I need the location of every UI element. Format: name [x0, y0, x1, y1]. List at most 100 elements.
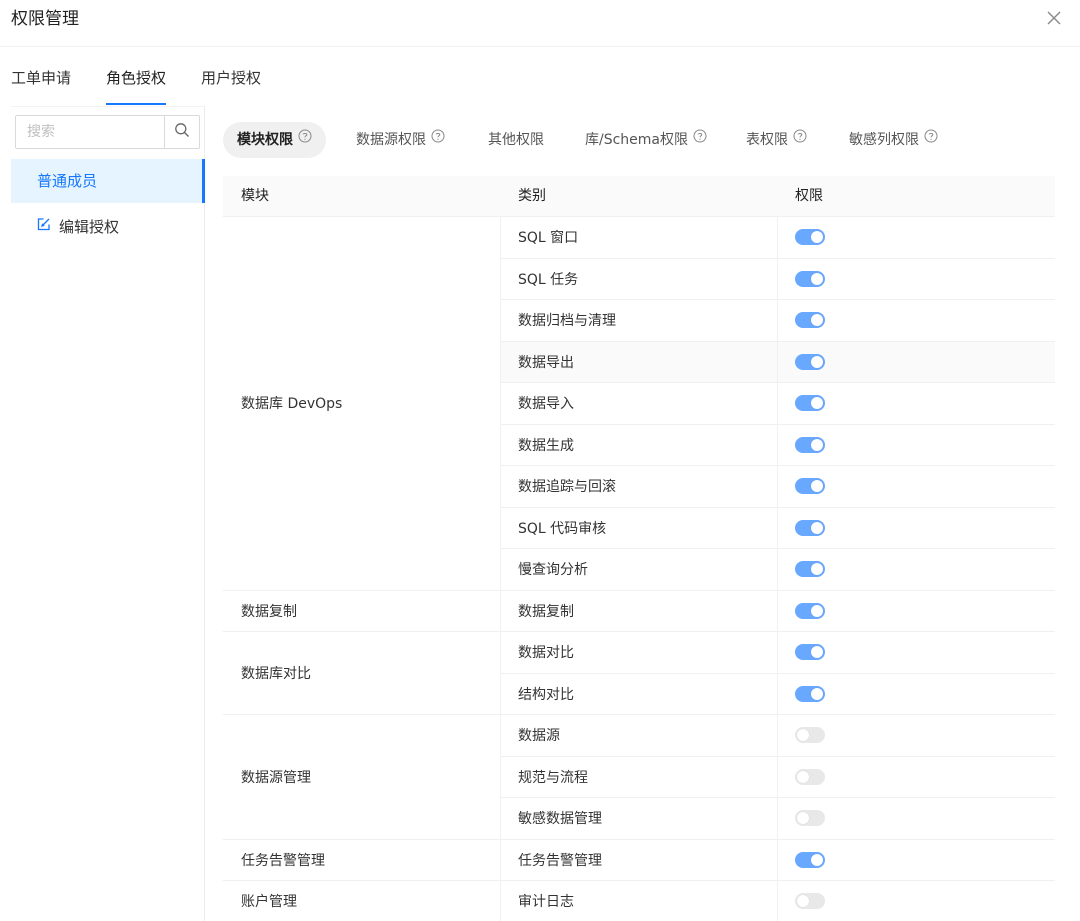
- toggle-knob: [811, 563, 823, 576]
- question-circle-icon[interactable]: [298, 121, 312, 157]
- tab-role-authorization[interactable]: 角色授权: [106, 68, 167, 105]
- permission-toggle[interactable]: [795, 810, 825, 827]
- table-cell-permission: [777, 217, 1055, 259]
- sidebar-item-label: 普通成员: [37, 172, 98, 190]
- permission-toggle[interactable]: [795, 353, 825, 370]
- table-cell-permission: [777, 591, 1055, 632]
- tab-user-authorization[interactable]: 用户授权: [201, 68, 261, 88]
- permission-toggle[interactable]: [795, 851, 825, 868]
- tab-label: 数据源权限: [356, 132, 426, 148]
- toggle-knob: [811, 604, 823, 617]
- permission-toggle[interactable]: [795, 644, 825, 661]
- tab-table-permissions[interactable]: 表权限: [746, 122, 807, 158]
- permission-toggle[interactable]: [795, 727, 825, 744]
- tab-label: 敏感列权限: [849, 132, 919, 148]
- permission-toggle[interactable]: [795, 270, 825, 287]
- table-cell-permission: [777, 798, 1055, 840]
- table-cell-permission: [777, 715, 1055, 757]
- toggle-knob: [811, 272, 823, 285]
- table-cell-category: 数据归档与清理: [500, 300, 777, 342]
- table-cell-permission: [777, 341, 1055, 383]
- table-cell-permission: [777, 383, 1055, 425]
- permission-toggle[interactable]: [795, 229, 825, 246]
- toggle-knob: [797, 812, 809, 825]
- table-cell-category: 数据导出: [500, 341, 777, 383]
- table-cell-permission: [777, 508, 1055, 549]
- toggle-knob: [811, 355, 823, 368]
- permission-toggle[interactable]: [795, 395, 825, 412]
- edit-authorization-button[interactable]: 编辑授权: [11, 205, 204, 249]
- table-cell-category: 数据生成: [500, 425, 777, 466]
- table-cell-permission: [777, 425, 1055, 466]
- toggle-knob: [811, 646, 823, 659]
- toggle-knob: [811, 521, 823, 534]
- tab-label: 库/Schema权限: [585, 132, 689, 148]
- role-sidebar: 普通成员 编辑授权: [11, 106, 205, 921]
- question-circle-icon[interactable]: [793, 121, 807, 157]
- permission-toggle[interactable]: [795, 768, 825, 785]
- table-cell-category: SQL 代码审核: [500, 508, 777, 549]
- permission-toggle[interactable]: [795, 436, 825, 453]
- tab-datasource-permissions[interactable]: 数据源权限: [356, 122, 445, 158]
- table-cell-module: 任务告警管理: [223, 840, 500, 881]
- table-cell-category: SQL 任务: [500, 259, 777, 300]
- permission-toggle[interactable]: [795, 685, 825, 702]
- toggle-knob: [811, 397, 823, 410]
- table-cell-module: 账户管理: [223, 881, 500, 921]
- permission-toggle[interactable]: [795, 602, 825, 619]
- table-cell-category: 数据对比: [500, 632, 777, 674]
- table-cell-module: 数据源管理: [223, 715, 500, 840]
- table-cell-module: 数据库 DevOps: [223, 217, 500, 591]
- table-cell-permission: [777, 466, 1055, 508]
- header-category: 类别: [518, 188, 546, 204]
- toggle-knob: [811, 314, 823, 327]
- tab-label: 表权限: [746, 132, 788, 148]
- tab-schema-permissions[interactable]: 库/Schema权限: [585, 122, 707, 158]
- toggle-knob: [811, 231, 823, 244]
- table-cell-permission: [777, 259, 1055, 300]
- permission-toggle[interactable]: [795, 893, 825, 910]
- tab-ticket-request[interactable]: 工单申请: [11, 68, 71, 88]
- search-button[interactable]: [164, 116, 199, 148]
- table-cell-permission: [777, 300, 1055, 342]
- question-circle-icon[interactable]: [924, 121, 938, 157]
- table-cell-permission: [777, 632, 1055, 674]
- header-module: 模块: [241, 188, 269, 204]
- toggle-knob: [811, 480, 823, 493]
- table-cell-permission: [777, 757, 1055, 798]
- table-cell-permission: [777, 549, 1055, 591]
- search-input[interactable]: [16, 116, 166, 148]
- table-cell-category: 数据导入: [500, 383, 777, 425]
- tab-label: 其他权限: [488, 132, 544, 148]
- column-divider: [777, 217, 778, 921]
- sidebar-item-regular-member[interactable]: 普通成员: [11, 159, 205, 203]
- permission-toggle[interactable]: [795, 478, 825, 495]
- edit-authorization-label: 编辑授权: [59, 218, 120, 236]
- header-permission: 权限: [795, 188, 823, 204]
- table-cell-permission: [777, 674, 1055, 715]
- permission-toggle[interactable]: [795, 312, 825, 329]
- table-cell-module: 数据库对比: [223, 632, 500, 715]
- permission-type-tabs: 模块权限 数据源权限 其他权限 库/Schema权限 表权限 敏感列权限: [223, 122, 1063, 158]
- tab-sensitive-column-permissions[interactable]: 敏感列权限: [849, 122, 938, 158]
- search-box: [15, 115, 200, 149]
- permission-toggle[interactable]: [795, 561, 825, 578]
- table-cell-permission: [777, 840, 1055, 881]
- table-cell-category: 慢查询分析: [500, 549, 777, 591]
- table-cell-category: 数据追踪与回滚: [500, 466, 777, 508]
- table-cell-category: 数据源: [500, 715, 777, 757]
- edit-icon: [37, 204, 51, 248]
- table-cell-category: 结构对比: [500, 674, 777, 715]
- tab-other-permissions[interactable]: 其他权限: [488, 122, 544, 158]
- question-circle-icon[interactable]: [693, 121, 707, 157]
- table-cell-category: 审计日志: [500, 881, 777, 921]
- permission-toggle[interactable]: [795, 519, 825, 536]
- question-circle-icon[interactable]: [431, 121, 445, 157]
- close-icon[interactable]: [1044, 8, 1064, 28]
- table-cell-permission: [777, 881, 1055, 921]
- tab-module-permissions[interactable]: 模块权限: [223, 122, 326, 158]
- toggle-knob: [797, 729, 809, 742]
- search-icon: [174, 122, 190, 142]
- table-cell-category: 规范与流程: [500, 757, 777, 798]
- toggle-knob: [797, 770, 809, 783]
